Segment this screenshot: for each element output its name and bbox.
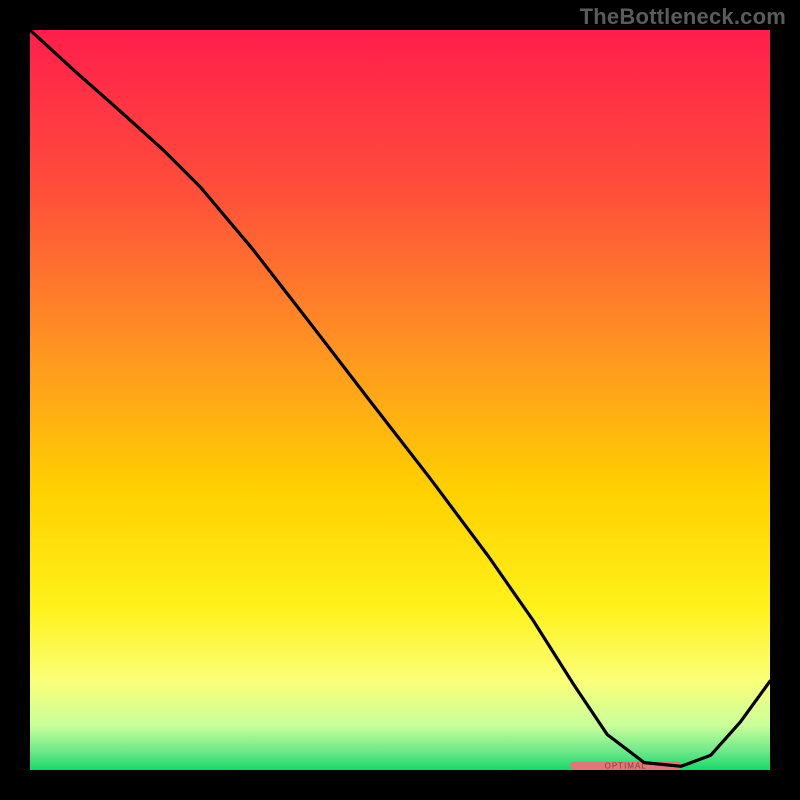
- optimal-marker-label: OPTIMAL: [605, 762, 647, 770]
- plot-area: OPTIMAL: [30, 30, 770, 770]
- gradient-background: [30, 30, 770, 770]
- chart-svg: OPTIMAL: [30, 30, 770, 770]
- watermark-text: TheBottleneck.com: [580, 4, 786, 30]
- chart-root: TheBottleneck.com OPTIMAL: [0, 0, 800, 800]
